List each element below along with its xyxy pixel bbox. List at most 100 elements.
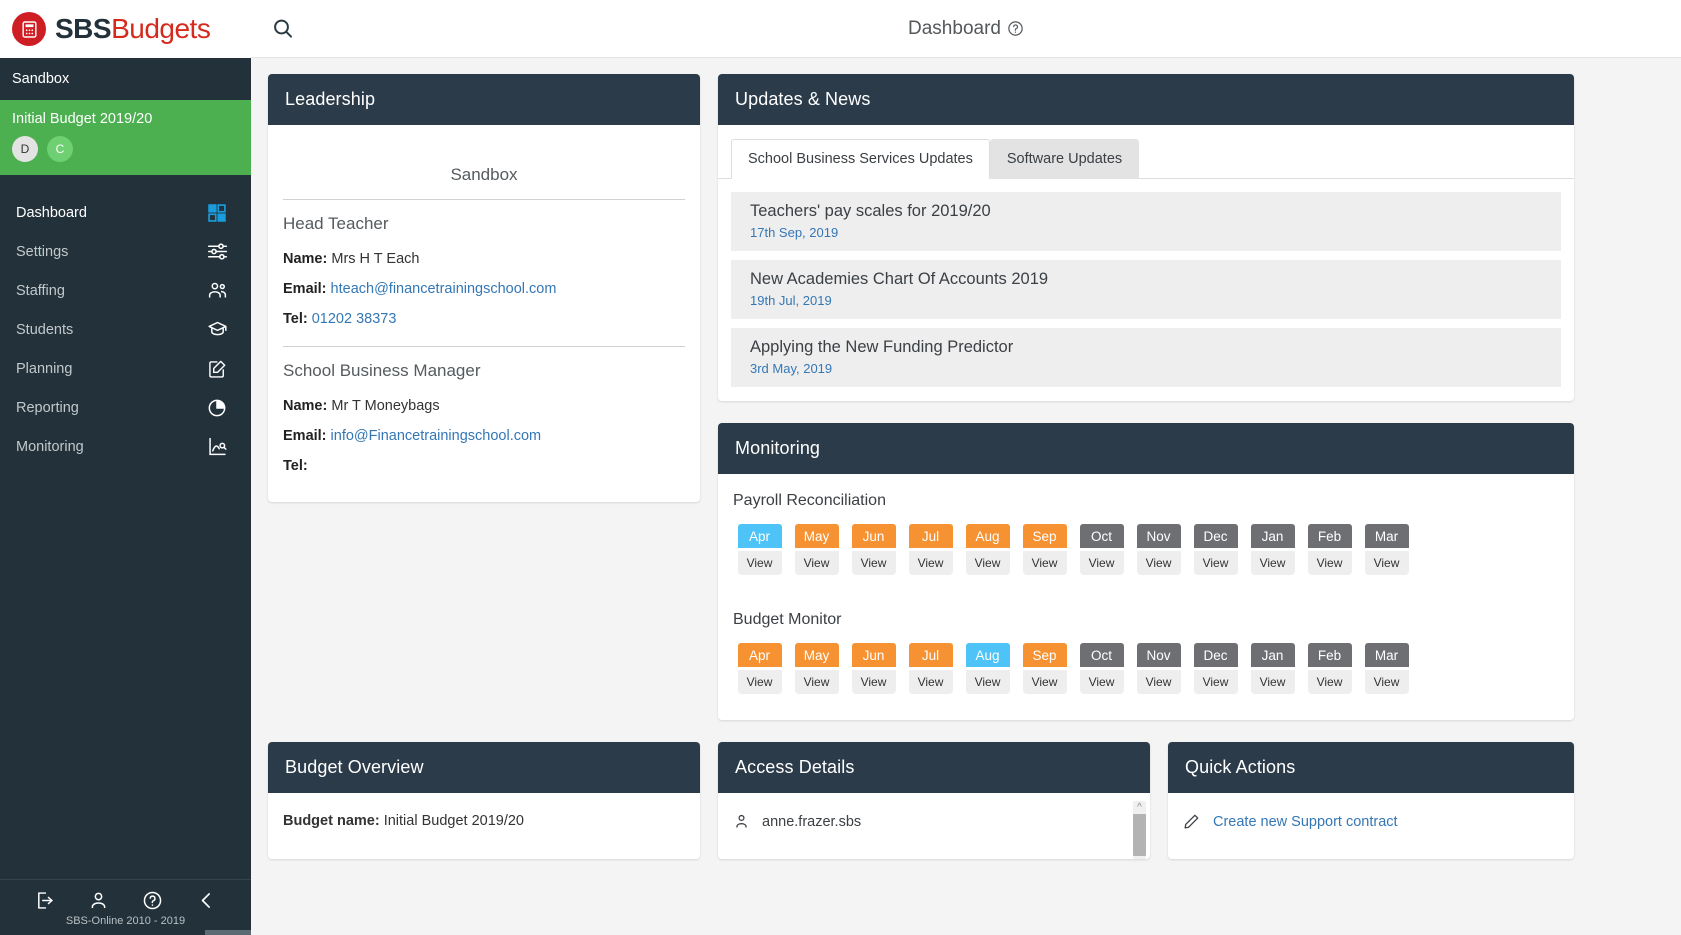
view-button-mar[interactable]: View — [1364, 670, 1409, 694]
month-chip-apr[interactable]: Apr — [737, 643, 782, 667]
month-chip-sep[interactable]: Sep — [1022, 524, 1067, 548]
sidebar-item-reporting[interactable]: Reporting — [0, 388, 251, 427]
sidebar-item-students[interactable]: Students — [0, 310, 251, 349]
scrollbar[interactable]: ^ — [1133, 801, 1146, 859]
view-button-apr[interactable]: View — [737, 551, 782, 575]
month-chip-jul[interactable]: Jul — [908, 643, 953, 667]
month-chip-dec[interactable]: Dec — [1193, 643, 1238, 667]
logout-icon[interactable] — [34, 890, 55, 911]
view-button-jun[interactable]: View — [851, 670, 896, 694]
month-cell-jan: Jan View — [1244, 524, 1301, 575]
news-date: 17th Sep, 2019 — [750, 225, 839, 240]
dashboard-right-column: Updates & News School Business Services … — [718, 74, 1574, 742]
month-chip-mar[interactable]: Mar — [1364, 524, 1409, 548]
app-root: SBSBudgets Sandbox Initial Budget 2019/2… — [0, 0, 1681, 935]
tab-software-updates[interactable]: Software Updates — [989, 139, 1140, 179]
view-button-oct[interactable]: View — [1079, 551, 1124, 575]
view-button-jul[interactable]: View — [908, 551, 953, 575]
view-button-sep[interactable]: View — [1022, 551, 1067, 575]
month-chip-nov[interactable]: Nov — [1136, 643, 1181, 667]
view-button-mar[interactable]: View — [1364, 551, 1409, 575]
month-chip-oct[interactable]: Oct — [1079, 643, 1124, 667]
view-button-may[interactable]: View — [794, 551, 839, 575]
month-chip-jul[interactable]: Jul — [908, 524, 953, 548]
search-icon[interactable] — [267, 13, 299, 45]
budget-overview-card-title: Budget Overview — [268, 742, 700, 793]
month-chip-aug[interactable]: Aug — [965, 643, 1010, 667]
view-button-jan[interactable]: View — [1250, 670, 1295, 694]
month-chip-mar[interactable]: Mar — [1364, 643, 1409, 667]
view-button-apr[interactable]: View — [737, 670, 782, 694]
sidebar-item-planning[interactable]: Planning — [0, 349, 251, 388]
sidebar-item-label: Monitoring — [16, 438, 84, 455]
month-cell-dec: Dec View — [1187, 524, 1244, 575]
month-chip-apr[interactable]: Apr — [737, 524, 782, 548]
current-badge[interactable]: C — [47, 136, 73, 162]
tel-link[interactable]: 01202 38373 — [312, 311, 397, 327]
payroll-reconciliation-subtitle: Payroll Reconciliation — [733, 492, 886, 509]
email-link[interactable]: info@Financetrainingschool.com — [331, 428, 542, 444]
view-button-feb[interactable]: View — [1307, 670, 1352, 694]
view-button-dec[interactable]: View — [1193, 551, 1238, 575]
sidebar-item-staffing[interactable]: Staffing — [0, 271, 251, 310]
month-chip-may[interactable]: May — [794, 524, 839, 548]
view-button-dec[interactable]: View — [1193, 670, 1238, 694]
sidebar-item-settings[interactable]: Settings — [0, 232, 251, 271]
help-circle-icon[interactable] — [1007, 20, 1024, 37]
quick-action-link[interactable]: Create new Support contract — [1213, 814, 1398, 830]
pencil-icon — [1183, 813, 1200, 830]
month-chip-feb[interactable]: Feb — [1307, 524, 1352, 548]
month-chip-feb[interactable]: Feb — [1307, 643, 1352, 667]
month-chip-aug[interactable]: Aug — [965, 524, 1010, 548]
month-chip-may[interactable]: May — [794, 643, 839, 667]
month-cell-mar: Mar View — [1358, 643, 1415, 694]
view-button-sep[interactable]: View — [1022, 670, 1067, 694]
sidebar-item-dashboard[interactable]: Dashboard — [0, 193, 251, 232]
view-button-nov[interactable]: View — [1136, 670, 1181, 694]
sidebar-scroll-indicator[interactable] — [205, 930, 251, 935]
quick-action-item[interactable]: Create new Support contract — [1183, 813, 1559, 830]
month-cell-jul: Jul View — [902, 643, 959, 694]
leadership-card-title: Leadership — [268, 74, 700, 125]
month-chip-jun[interactable]: Jun — [851, 524, 896, 548]
month-chip-nov[interactable]: Nov — [1136, 524, 1181, 548]
email-link[interactable]: hteach@financetrainingschool.com — [331, 281, 557, 297]
view-button-nov[interactable]: View — [1136, 551, 1181, 575]
month-chip-dec[interactable]: Dec — [1193, 524, 1238, 548]
month-chip-jun[interactable]: Jun — [851, 643, 896, 667]
help-circle-icon[interactable] — [142, 890, 163, 911]
sidebar-item-monitoring[interactable]: Monitoring — [0, 427, 251, 466]
view-button-jan[interactable]: View — [1250, 551, 1295, 575]
view-button-feb[interactable]: View — [1307, 551, 1352, 575]
view-button-jun[interactable]: View — [851, 551, 896, 575]
month-chip-jan[interactable]: Jan — [1250, 643, 1295, 667]
scroll-up-arrow-icon[interactable]: ^ — [1137, 801, 1142, 814]
month-chip-jan[interactable]: Jan — [1250, 524, 1295, 548]
month-cell-nov: Nov View — [1130, 524, 1187, 575]
budget-badges: D C — [12, 136, 239, 162]
month-chip-oct[interactable]: Oct — [1079, 524, 1124, 548]
view-button-jul[interactable]: View — [908, 670, 953, 694]
user-icon[interactable] — [88, 890, 109, 911]
view-button-aug[interactable]: View — [965, 670, 1010, 694]
budget-name-label: Budget name: — [283, 813, 380, 829]
tab-school-business-services-updates[interactable]: School Business Services Updates — [731, 139, 990, 179]
month-chip-sep[interactable]: Sep — [1022, 643, 1067, 667]
month-cell-jun: Jun View — [845, 524, 902, 575]
active-budget-band[interactable]: Initial Budget 2019/20 D C — [0, 100, 251, 175]
list-item[interactable]: New Academies Chart Of Accounts 2019 19t… — [731, 260, 1561, 319]
view-button-oct[interactable]: View — [1079, 670, 1124, 694]
list-item[interactable]: Teachers' pay scales for 2019/20 17th Se… — [731, 192, 1561, 251]
access-username: anne.frazer.sbs — [762, 813, 862, 830]
list-item[interactable]: Applying the New Funding Predictor 3rd M… — [731, 328, 1561, 387]
collapse-chevron-left-icon[interactable] — [196, 890, 217, 911]
draft-badge[interactable]: D — [12, 136, 38, 162]
view-button-aug[interactable]: View — [965, 551, 1010, 575]
month-cell-jun: Jun View — [845, 643, 902, 694]
view-button-may[interactable]: View — [794, 670, 839, 694]
access-details-card-title: Access Details — [718, 742, 1150, 793]
scrollbar-thumb[interactable] — [1133, 814, 1146, 856]
quick-actions-card: Quick Actions Create new Support contrac… — [1168, 742, 1574, 859]
leadership-role-title: School Business Manager — [283, 361, 481, 380]
brand-logo[interactable]: SBSBudgets — [0, 0, 251, 58]
